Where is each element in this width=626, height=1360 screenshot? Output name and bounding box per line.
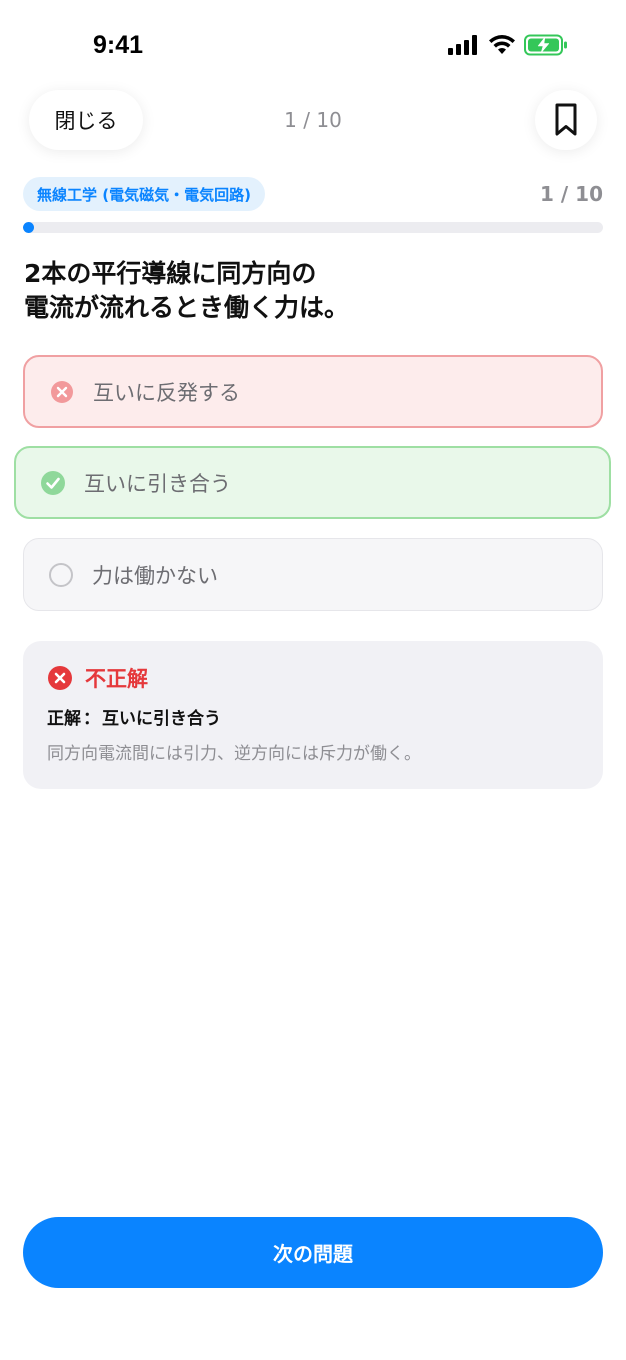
feedback-header: 不正解 [47, 663, 579, 693]
question-text: 2本の平行導線に同方向の 電流が流れるとき働く力は。 [24, 257, 604, 325]
progress-bar [23, 222, 603, 233]
answer-option-correct[interactable]: 互いに引き合う [14, 446, 611, 519]
radio-empty-icon [49, 562, 73, 587]
bookmark-icon [555, 103, 577, 136]
feedback-card: 不正解 正解 ： 互いに引き合う 同方向電流間には引力、逆方向には斥力が働く。 [23, 641, 603, 789]
answer-option-label: 力は働かない [92, 563, 218, 588]
question-line: 2本の平行導線に同方向の [24, 259, 317, 288]
correct-check-icon [41, 470, 65, 495]
answer-option-neutral[interactable]: 力は働かない [23, 538, 603, 611]
top-bar: 閉じる 1 / 10 [0, 90, 626, 150]
progress-bar-fill [23, 222, 34, 233]
status-bar: 9:41 [0, 0, 626, 90]
progress-text: 1 / 10 [540, 182, 603, 206]
status-icons [448, 34, 568, 56]
feedback-title: 不正解 [85, 667, 148, 691]
correct-answer-prefix: 正解 [47, 708, 81, 729]
answer-option-label: 互いに反発する [93, 380, 240, 405]
status-time: 9:41 [93, 31, 144, 59]
next-question-button[interactable]: 次の問題 [23, 1217, 603, 1288]
top-question-counter: 1 / 10 [284, 108, 342, 132]
wrong-x-icon [51, 380, 73, 403]
answer-option-wrong[interactable]: 互いに反発する [23, 355, 603, 428]
question-line: 電流が流れるとき働く力は。 [24, 293, 350, 322]
category-badge: 無線工学 (電気磁気・電気回路) [23, 177, 265, 211]
answer-option-label: 互いに引き合う [84, 471, 231, 496]
close-button[interactable]: 閉じる [29, 90, 143, 150]
battery-charging-icon [524, 34, 567, 56]
correct-answer-text: 互いに引き合う [102, 708, 221, 729]
correct-answer: 正解 ： 互いに引き合う [47, 703, 579, 729]
incorrect-x-icon [48, 666, 72, 690]
bookmark-button[interactable] [535, 90, 597, 150]
cellular-signal-icon [448, 35, 477, 55]
wifi-icon [489, 35, 515, 54]
explanation-text: 同方向電流間には引力、逆方向には斥力が働く。 [47, 743, 421, 764]
correct-answer-separator: ： [83, 708, 100, 729]
